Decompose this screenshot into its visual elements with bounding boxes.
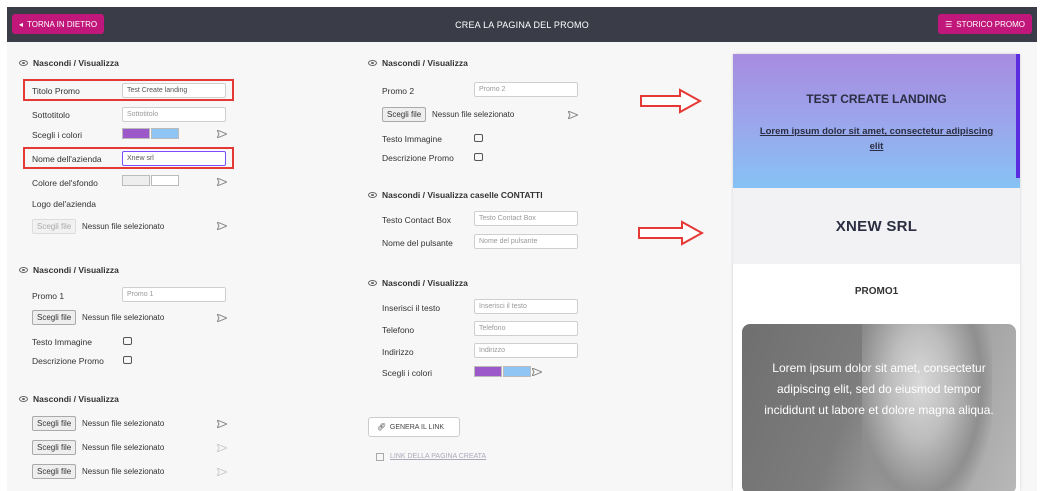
created-page-link[interactable]: LINK DELLA PAGINA CREATA bbox=[390, 453, 486, 460]
eye-icon bbox=[19, 267, 28, 273]
sfondo-label: Colore del'sfondo bbox=[32, 178, 98, 188]
eye-icon bbox=[368, 192, 377, 198]
send-icon[interactable] bbox=[568, 111, 578, 119]
eye-icon bbox=[19, 396, 28, 402]
telefono-input[interactable]: Telefono bbox=[474, 321, 578, 336]
middle-section1-toggle[interactable]: Nascondi / Visualizza bbox=[368, 58, 468, 68]
copy-icon bbox=[376, 453, 384, 461]
promo2-file-button[interactable]: Scegli file bbox=[382, 107, 427, 122]
annotation-arrow-icon bbox=[638, 220, 704, 246]
azienda-input[interactable]: Xnew srl bbox=[122, 151, 226, 166]
titolo-input[interactable]: Test Create landing bbox=[122, 83, 226, 98]
section-title: Nascondi / Visualizza bbox=[382, 278, 468, 288]
color-swatch-blue[interactable] bbox=[151, 128, 179, 139]
left-section2-toggle[interactable]: Nascondi / Visualizza bbox=[19, 265, 119, 275]
file-button[interactable]: Scegli file bbox=[32, 440, 77, 455]
logo-file-button[interactable]: Scegli file bbox=[32, 219, 77, 234]
send-icon[interactable] bbox=[217, 314, 227, 322]
promo1-file-status: Nessun file selezionato bbox=[82, 313, 165, 322]
descrizione-label: Descrizione Promo bbox=[32, 356, 104, 366]
edit-doc-icon[interactable] bbox=[123, 356, 132, 364]
preview-title: TEST CREATE LANDING bbox=[806, 92, 947, 106]
send-icon[interactable] bbox=[217, 420, 227, 428]
section-title: Nascondi / Visualizza bbox=[33, 265, 119, 275]
testo-input[interactable]: Inserisci il testo bbox=[474, 299, 578, 314]
eye-icon bbox=[368, 280, 377, 286]
preview-company-band: XNEW SRL bbox=[733, 188, 1020, 264]
annotation-arrow-icon bbox=[640, 88, 702, 114]
bg-swatch-1[interactable] bbox=[122, 175, 150, 186]
preview-card-text: Lorem ipsum dolor sit amet, consectetur … bbox=[764, 361, 994, 417]
promo2-input[interactable]: Promo 2 bbox=[474, 82, 578, 97]
genera-link-label: GENERA IL LINK bbox=[389, 423, 445, 431]
contact-box-input[interactable]: Testo Contact Box bbox=[474, 211, 578, 226]
promo2-file-status: Nessun file selezionato bbox=[432, 110, 515, 119]
middle-section3-toggle[interactable]: Nascondi / Visualizza bbox=[368, 278, 468, 288]
file-button[interactable]: Scegli file bbox=[32, 416, 77, 431]
edit-doc-icon[interactable] bbox=[474, 153, 483, 161]
preview-subtitle: Lorem ipsum dolor sit amet, consectetur … bbox=[759, 126, 994, 152]
indirizzo-label: Indirizzo bbox=[382, 347, 414, 357]
section-title: Nascondi / Visualizza bbox=[33, 394, 119, 404]
send-icon[interactable] bbox=[217, 178, 227, 186]
colori-label: Scegli i colori bbox=[382, 368, 433, 378]
send-icon[interactable] bbox=[217, 444, 227, 452]
list-icon: ☰ bbox=[945, 19, 953, 29]
preview-promo-title: PROMO1 bbox=[854, 286, 899, 297]
middle-section2-toggle[interactable]: Nascondi / Visualizza caselle CONTATTI bbox=[368, 190, 543, 200]
bg-swatch-2[interactable] bbox=[151, 175, 179, 186]
section-title: Nascondi / Visualizza bbox=[382, 58, 468, 68]
promo1-input[interactable]: Promo 1 bbox=[122, 287, 226, 302]
eye-icon bbox=[368, 60, 377, 66]
section-title: Nascondi / Visualizza bbox=[33, 58, 119, 68]
send-icon[interactable] bbox=[217, 222, 227, 230]
pulsante-label: Nome del pulsante bbox=[382, 238, 453, 248]
left-section3-toggle[interactable]: Nascondi / Visualizza bbox=[19, 394, 119, 404]
azienda-label: Nome dell'azienda bbox=[32, 154, 102, 164]
preview-promo-card: Lorem ipsum dolor sit amet, consectetur … bbox=[742, 324, 1016, 491]
colori-label: Scegli i colori bbox=[32, 130, 83, 140]
preview-scrollbar[interactable] bbox=[1016, 54, 1020, 178]
color-swatch-blue[interactable] bbox=[503, 366, 531, 377]
contact-box-label: Testo Contact Box bbox=[382, 215, 451, 225]
telefono-label: Telefono bbox=[382, 325, 415, 335]
pulsante-input[interactable]: Nome del pulsante bbox=[474, 234, 578, 249]
promo2-label: Promo 2 bbox=[382, 86, 415, 96]
page-title: CREA LA PAGINA DEL PROMO bbox=[455, 19, 589, 30]
genera-link-button[interactable]: 🔗︎ GENERA IL LINK bbox=[368, 417, 460, 437]
logo-file-status: Nessun file selezionato bbox=[82, 222, 165, 231]
link-icon: 🔗︎ bbox=[377, 424, 386, 431]
file-button[interactable]: Scegli file bbox=[32, 464, 77, 479]
promo1-file-button[interactable]: Scegli file bbox=[32, 310, 77, 325]
preview-hero: TEST CREATE LANDING Lorem ipsum dolor si… bbox=[733, 54, 1020, 188]
edit-doc-icon[interactable] bbox=[474, 134, 483, 142]
left-section1-toggle[interactable]: Nascondi / Visualizza bbox=[19, 58, 119, 68]
promo1-label: Promo 1 bbox=[32, 291, 65, 301]
color-swatch-purple[interactable] bbox=[122, 128, 150, 139]
send-icon[interactable] bbox=[532, 368, 542, 376]
file-status: Nessun file selezionato bbox=[82, 443, 165, 452]
testo-immagine-label: Testo Immagine bbox=[32, 337, 92, 347]
send-icon[interactable] bbox=[217, 468, 227, 476]
history-button[interactable]: ☰ STORICO PROMO bbox=[938, 14, 1032, 34]
history-button-label: STORICO PROMO bbox=[956, 19, 1025, 29]
send-icon[interactable] bbox=[217, 130, 227, 138]
sottotitolo-input[interactable]: Sottotitolo bbox=[122, 107, 226, 122]
logo-label: Logo del'azienda bbox=[32, 199, 97, 209]
descrizione-label: Descrizione Promo bbox=[382, 153, 454, 163]
landing-preview: TEST CREATE LANDING Lorem ipsum dolor si… bbox=[733, 54, 1020, 491]
section-title: Nascondi / Visualizza caselle CONTATTI bbox=[382, 190, 543, 200]
preview-company-name: XNEW SRL bbox=[835, 218, 918, 235]
testo-immagine-label: Testo Immagine bbox=[382, 134, 442, 144]
titolo-label: Titolo Promo bbox=[32, 86, 80, 96]
top-bar: ◂ TORNA IN DIETRO CREA LA PAGINA DEL PRO… bbox=[7, 7, 1037, 42]
edit-doc-icon[interactable] bbox=[123, 337, 132, 345]
file-status: Nessun file selezionato bbox=[82, 419, 165, 428]
file-status: Nessun file selezionato bbox=[82, 467, 165, 476]
color-swatch-purple[interactable] bbox=[474, 366, 502, 377]
indirizzo-input[interactable]: Indirizzo bbox=[474, 343, 578, 358]
sottotitolo-label: Sottotitolo bbox=[32, 110, 70, 120]
testo-label: Inserisci il testo bbox=[382, 303, 441, 313]
eye-icon bbox=[19, 60, 28, 66]
